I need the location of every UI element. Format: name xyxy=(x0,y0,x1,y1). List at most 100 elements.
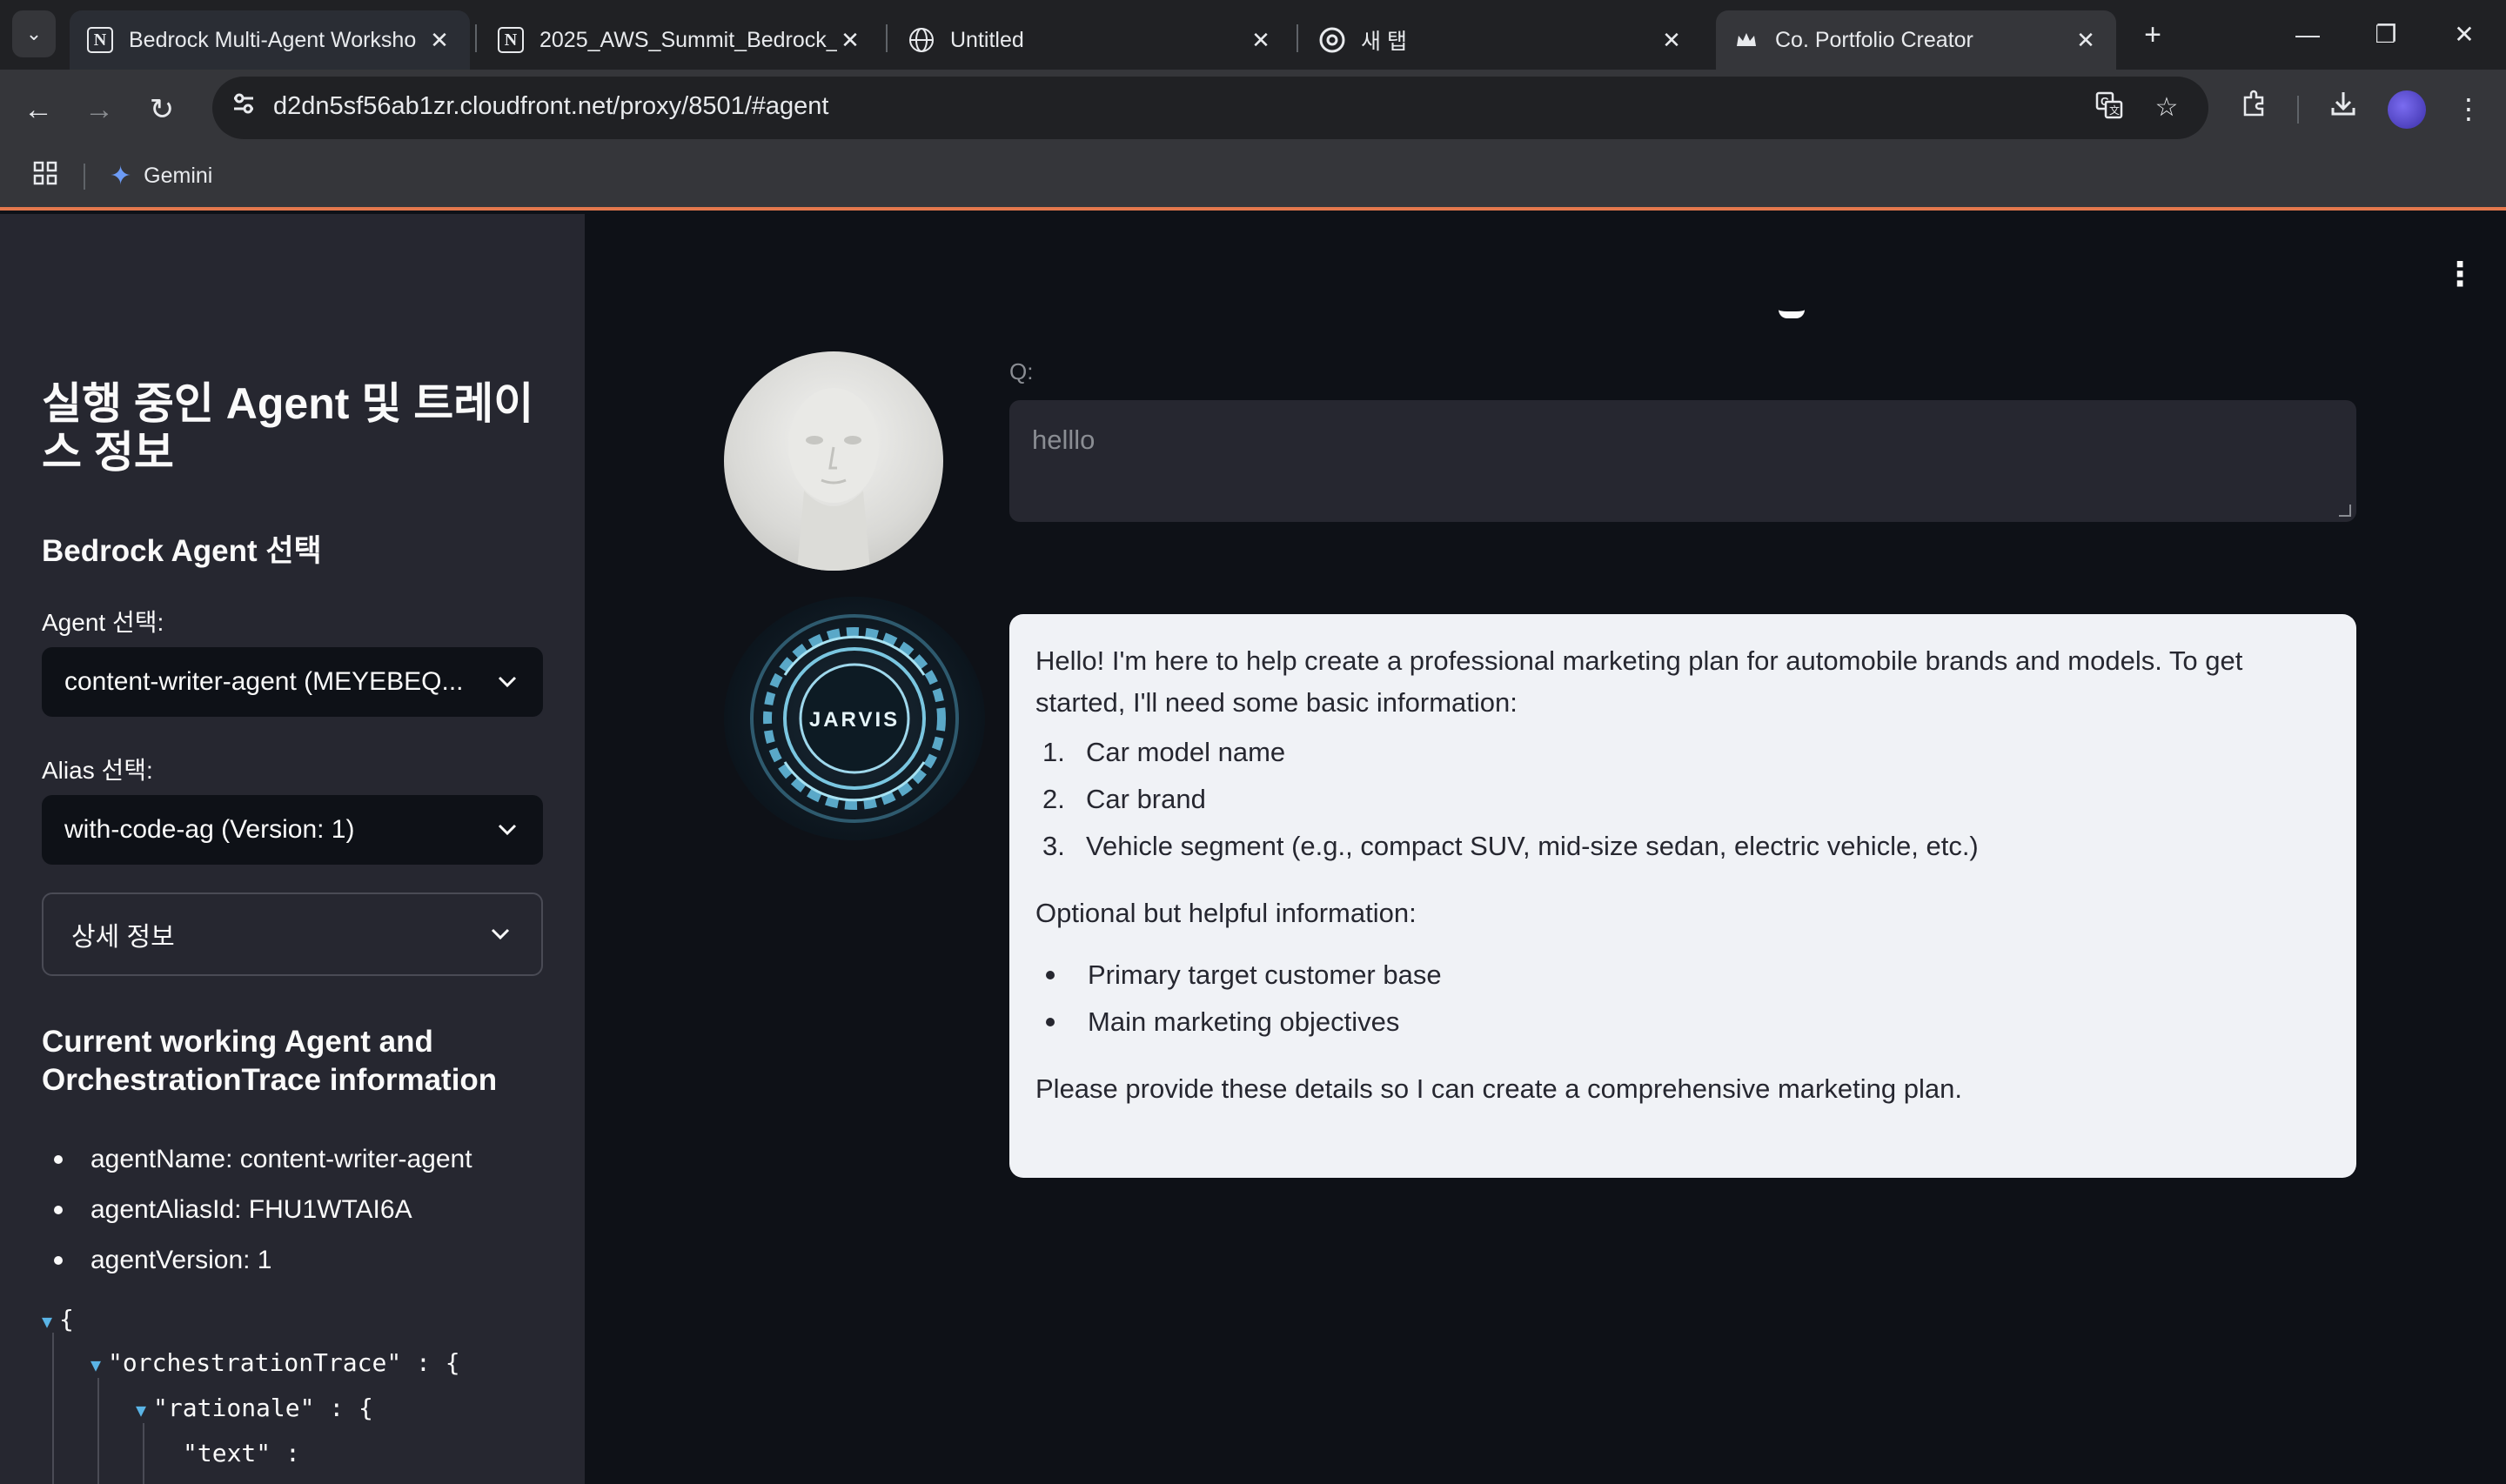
trace-heading: Current working Agent and OrchestrationT… xyxy=(42,1025,498,1097)
alias-select[interactable]: with-code-ag (Version: 1) xyxy=(42,795,543,865)
address-bar[interactable]: d2dn5sf56ab1zr.cloudfront.net/proxy/8501… xyxy=(212,77,2208,139)
alias-select-label: Alias 선택: xyxy=(42,757,153,784)
optional-info-list: Primary target customer base Main market… xyxy=(1035,952,2330,1046)
forward-button[interactable]: → xyxy=(80,90,118,129)
url-text[interactable]: d2dn5sf56ab1zr.cloudfront.net/proxy/8501… xyxy=(273,92,828,121)
close-icon[interactable]: ✕ xyxy=(426,27,452,54)
json-text: "text" : xyxy=(183,1439,300,1467)
details-expander-label: 상세 정보 xyxy=(71,923,175,952)
sidebar-title: 실행 중인 Agent 및 트레이스 정보 xyxy=(42,379,534,477)
tab-bedrock-workshop[interactable]: N Bedrock Multi-Agent Worksho ✕ xyxy=(70,10,470,70)
chrome-icon xyxy=(1319,27,1345,53)
restore-button[interactable]: ❐ xyxy=(2351,12,2421,57)
site-info-icon[interactable] xyxy=(226,90,261,125)
close-icon[interactable]: ✕ xyxy=(1658,27,1685,54)
list-item: 1. Car model name xyxy=(1042,737,1286,767)
list-item: agentAliasId: FHU1WTAI6A xyxy=(42,1185,564,1235)
profile-avatar[interactable] xyxy=(2388,90,2426,129)
bookmarks-bar: ✦ Gemini xyxy=(0,148,2506,211)
tab-untitled[interactable]: Untitled ✕ xyxy=(891,10,1291,70)
list-item: 3. Vehicle segment (e.g., compact SUV, mi… xyxy=(1042,831,1979,861)
app-menu-icon[interactable]: ⋮ xyxy=(2443,257,2476,292)
extensions-icon[interactable] xyxy=(2233,87,2276,130)
download-icon[interactable] xyxy=(2322,87,2365,130)
tab-title: Bedrock Multi-Agent Worksho xyxy=(129,27,417,52)
tab-aws-summit[interactable]: N 2025_AWS_Summit_Bedrock_n ✕ xyxy=(480,10,881,70)
tab-portfolio-creator[interactable]: Co. Portfolio Creator ✕ xyxy=(1716,10,2116,70)
bookmark-label: Gemini xyxy=(144,163,213,188)
chevron-down-icon xyxy=(487,923,513,946)
question-textarea[interactable]: helllo xyxy=(1009,400,2356,522)
close-icon[interactable]: ✕ xyxy=(2073,27,2099,54)
tab-new-tab[interactable]: 새 탭 ✕ xyxy=(1302,10,1702,70)
json-text: "orchestrationTrace" : { xyxy=(108,1348,460,1377)
details-expander[interactable]: 상세 정보 xyxy=(42,892,543,976)
close-icon[interactable]: ✕ xyxy=(1248,27,1274,54)
minimize-button[interactable]: — xyxy=(2273,12,2342,57)
list-item-text: Car model name xyxy=(1086,737,1286,767)
sidebar: 실행 중인 Agent 및 트레이스 정보 Bedrock Agent 선택 A… xyxy=(0,214,585,1484)
bookmark-gemini[interactable]: ✦ Gemini xyxy=(110,160,212,191)
json-indent-guide xyxy=(97,1378,99,1484)
main-content: ⋮ Q: helllo JARVIS Hello! I'm here to he… xyxy=(585,214,2506,1484)
agent-select[interactable]: content-writer-agent (MEYEBEQ... xyxy=(42,647,543,717)
tab-strip: ⌄ N Bedrock Multi-Agent Worksho ✕ N 2025… xyxy=(0,0,2506,70)
globe-icon xyxy=(908,27,935,53)
json-line[interactable]: ▼ "orchestrationTrace" : { xyxy=(90,1348,460,1377)
json-text: "rationale" : { xyxy=(153,1394,373,1422)
trace-info-list: agentName: content-writer-agent agentAli… xyxy=(42,1134,564,1286)
tab-divider xyxy=(1297,24,1298,52)
tab-divider xyxy=(886,24,888,52)
json-line[interactable]: ▼{ xyxy=(42,1305,74,1334)
list-item-text: Car brand xyxy=(1086,784,1206,814)
collapse-triangle-icon[interactable]: ▼ xyxy=(42,1311,52,1332)
response-intro: Hello! I'm here to help create a profess… xyxy=(1035,645,2243,718)
notion-icon: N xyxy=(498,27,524,53)
list-item: agentName: content-writer-agent xyxy=(42,1134,564,1185)
browser-window: ⌄ N Bedrock Multi-Agent Worksho ✕ N 2025… xyxy=(0,0,2506,1484)
list-item-text: Primary target customer base xyxy=(1088,959,1442,990)
json-indent-guide xyxy=(143,1423,144,1484)
translate-icon[interactable]: G文 xyxy=(2092,90,2127,125)
bookmark-star-icon[interactable]: ☆ xyxy=(2149,90,2184,125)
bookmarks-divider xyxy=(84,164,85,190)
list-item: agentVersion: 1 xyxy=(42,1235,564,1286)
agent-select-label: Agent 선택: xyxy=(42,609,164,636)
trace-item-text: agentAliasId: FHU1WTAI6A xyxy=(90,1195,412,1224)
bot-avatar: JARVIS xyxy=(724,597,985,840)
svg-text:文: 文 xyxy=(2109,104,2120,117)
new-tab-button[interactable]: + xyxy=(2134,16,2172,54)
tab-title: Untitled xyxy=(950,27,1024,52)
collapse-triangle-icon[interactable]: ▼ xyxy=(136,1400,146,1420)
agent-section-heading: Bedrock Agent 선택 xyxy=(42,534,322,568)
gemini-icon: ✦ xyxy=(110,161,132,191)
json-line[interactable]: ▼ "rationale" : { xyxy=(136,1394,373,1422)
browser-menu-icon[interactable]: ⋮ xyxy=(2447,87,2490,130)
alias-select-value: with-code-ag (Version: 1) xyxy=(64,815,355,844)
required-info-list: 1. Car model name 2. Car brand 3. Vehicle s… xyxy=(1035,729,2330,870)
chevron-down-icon: ⌄ xyxy=(25,23,43,44)
page-title-fragment xyxy=(1779,301,1805,318)
chevron-down-icon xyxy=(494,819,520,841)
user-avatar xyxy=(724,351,943,571)
collapse-triangle-icon[interactable]: ▼ xyxy=(90,1354,101,1375)
reload-button[interactable]: ↻ xyxy=(143,90,181,129)
apps-grid-icon[interactable] xyxy=(30,160,61,191)
question-label: Q: xyxy=(1009,358,1034,384)
resize-handle[interactable] xyxy=(2339,505,2351,517)
list-item-text: Main marketing objectives xyxy=(1088,1006,1400,1037)
tab-divider xyxy=(475,24,477,52)
list-item: Primary target customer base xyxy=(1035,952,2330,999)
tab-search-button[interactable]: ⌄ xyxy=(12,10,56,57)
chevron-down-icon xyxy=(494,671,520,693)
trace-item-text: agentName: content-writer-agent xyxy=(90,1145,472,1173)
tab-title: 새 탭 xyxy=(1361,30,1407,54)
close-window-button[interactable]: ✕ xyxy=(2429,12,2499,57)
optional-heading: Optional but helpful information: xyxy=(1035,898,1417,928)
response-closing: Please provide these details so I can cr… xyxy=(1035,1073,1962,1104)
trace-item-text: agentVersion: 1 xyxy=(90,1246,272,1274)
back-button[interactable]: ← xyxy=(19,90,57,129)
question-text: helllo xyxy=(1032,424,1096,455)
agent-select-value: content-writer-agent (MEYEBEQ... xyxy=(64,667,464,696)
close-icon[interactable]: ✕ xyxy=(837,27,863,54)
